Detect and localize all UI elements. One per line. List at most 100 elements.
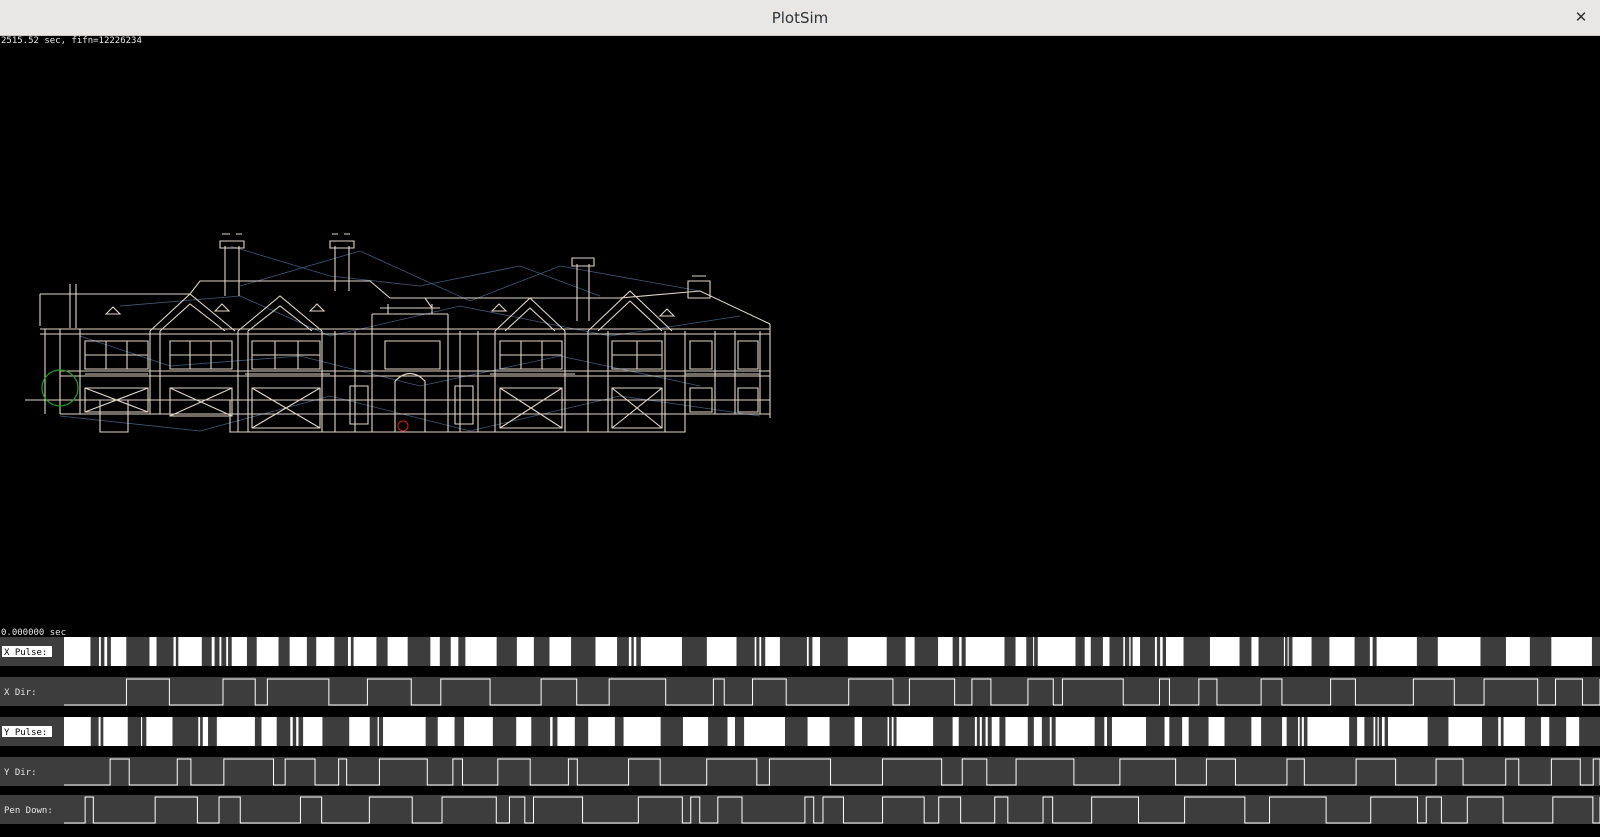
pulse-mark — [759, 637, 762, 666]
pulse-mark — [1209, 637, 1240, 666]
pulse-mark — [1005, 717, 1028, 746]
pulse-mark — [1111, 717, 1147, 746]
pulse-mark — [289, 637, 307, 666]
pulse-mark — [1102, 637, 1110, 666]
channel-trace-2: Y Pulse: — [0, 717, 1600, 746]
pulse-mark — [991, 717, 1000, 746]
pulse-mark — [149, 637, 157, 666]
pulse-mark — [202, 717, 209, 746]
pulse-mark — [985, 717, 988, 746]
pulse-mark — [549, 637, 572, 666]
pulse-mark — [1373, 717, 1376, 746]
pulse-mark — [959, 637, 962, 666]
pulse-mark — [1037, 637, 1076, 666]
pulse-mark — [807, 717, 830, 746]
pulse-mark — [64, 717, 91, 746]
pulse-mark — [706, 637, 737, 666]
pulse-mark — [387, 637, 408, 666]
pulse-mark — [1307, 717, 1350, 746]
channel-label: X Dir: — [4, 688, 37, 698]
pulse-mark — [1298, 717, 1300, 746]
pulse-mark — [1208, 717, 1225, 746]
pulse-mark — [464, 717, 493, 746]
pulse-mark — [744, 717, 785, 746]
pulse-mark — [812, 637, 821, 666]
pulse-mark — [847, 637, 887, 666]
pulse-mark — [1033, 717, 1042, 746]
pulse-mark — [754, 637, 757, 666]
pulse-mark — [216, 717, 255, 746]
pulse-mark — [1357, 717, 1365, 746]
channel-label: Y Dir: — [4, 768, 37, 778]
pulse-mark — [1104, 717, 1107, 746]
pulse-mark — [290, 717, 293, 746]
pulse-mark — [974, 717, 977, 746]
pulse-mark — [1287, 637, 1289, 666]
pulse-mark — [891, 717, 894, 746]
pulse-mark — [348, 637, 351, 666]
pulse-mark — [965, 637, 1005, 666]
pulse-mark — [349, 717, 370, 746]
channel-label: Pen Down: — [4, 806, 53, 816]
pulse-mark — [1015, 637, 1027, 666]
pulse-mark — [854, 717, 863, 746]
pulse-mark — [465, 637, 497, 666]
pulse-mark — [198, 717, 201, 746]
pulse-mark — [303, 717, 323, 746]
pulse-mark — [550, 717, 553, 746]
pulse-mark — [430, 637, 440, 666]
pulse-mark — [296, 717, 299, 746]
pulse-mark — [896, 717, 934, 746]
pulse-mark — [557, 717, 575, 746]
pulse-mark — [1164, 717, 1170, 746]
pulse-mark — [1498, 717, 1501, 746]
pulse-mark — [1251, 637, 1259, 666]
pulse-mark — [806, 637, 809, 666]
pulse-mark — [173, 637, 176, 666]
pulse-mark — [178, 637, 202, 666]
pulse-mark — [516, 717, 532, 746]
pulse-mark — [377, 717, 379, 746]
pulse-mark — [316, 637, 335, 666]
channel-band — [0, 677, 1600, 706]
pulse-mark — [516, 637, 534, 666]
pulse-mark — [261, 717, 277, 746]
pulse-mark — [256, 637, 279, 666]
window-titlebar: PlotSim ✕ — [0, 0, 1600, 36]
pulse-mark — [1182, 717, 1189, 746]
channel-label: X Pulse: — [4, 648, 47, 658]
pulse-mark — [1329, 637, 1355, 666]
channel-label: Y Pulse: — [4, 728, 47, 738]
pulse-mark — [1154, 637, 1157, 666]
channel-trace-4: Pen Down: — [0, 795, 1600, 824]
pulse-mark — [1505, 637, 1530, 666]
pulse-mark — [628, 637, 632, 666]
pulse-mark — [1292, 637, 1312, 666]
pulse-mark — [1377, 717, 1379, 746]
pulse-mark — [141, 717, 143, 746]
pulse-mark — [226, 637, 229, 666]
pulse-mark — [1376, 637, 1417, 666]
close-icon[interactable]: ✕ — [1570, 6, 1592, 28]
pulse-mark — [110, 637, 127, 666]
pulse-mark — [450, 637, 459, 666]
pulse-mark — [383, 717, 426, 746]
pulse-mark — [1055, 717, 1095, 746]
pulse-mark — [1129, 637, 1131, 666]
pulse-mark — [1388, 717, 1428, 746]
window-title: PlotSim — [771, 9, 829, 27]
pulse-mark — [64, 637, 91, 666]
pulse-mark — [353, 637, 377, 666]
pulse-mark — [1160, 637, 1163, 666]
signal-timeline[interactable]: X Pulse: X Dir: Y Pulse: Y Dir: Pen Down: — [0, 36, 1600, 837]
pulse-mark — [437, 717, 455, 746]
pulse-mark — [1381, 717, 1385, 746]
pulse-mark — [1551, 637, 1592, 666]
channel-trace-3: Y Dir: — [0, 757, 1600, 786]
pulse-mark — [1132, 637, 1141, 666]
plot-canvas[interactable]: 2515.52 sec, fifn=12226234 0.000000 sec … — [0, 36, 1600, 837]
pulse-mark — [219, 637, 222, 666]
pulse-mark — [1165, 637, 1184, 666]
pulse-mark — [1540, 717, 1550, 746]
pulse-mark — [1448, 717, 1483, 746]
